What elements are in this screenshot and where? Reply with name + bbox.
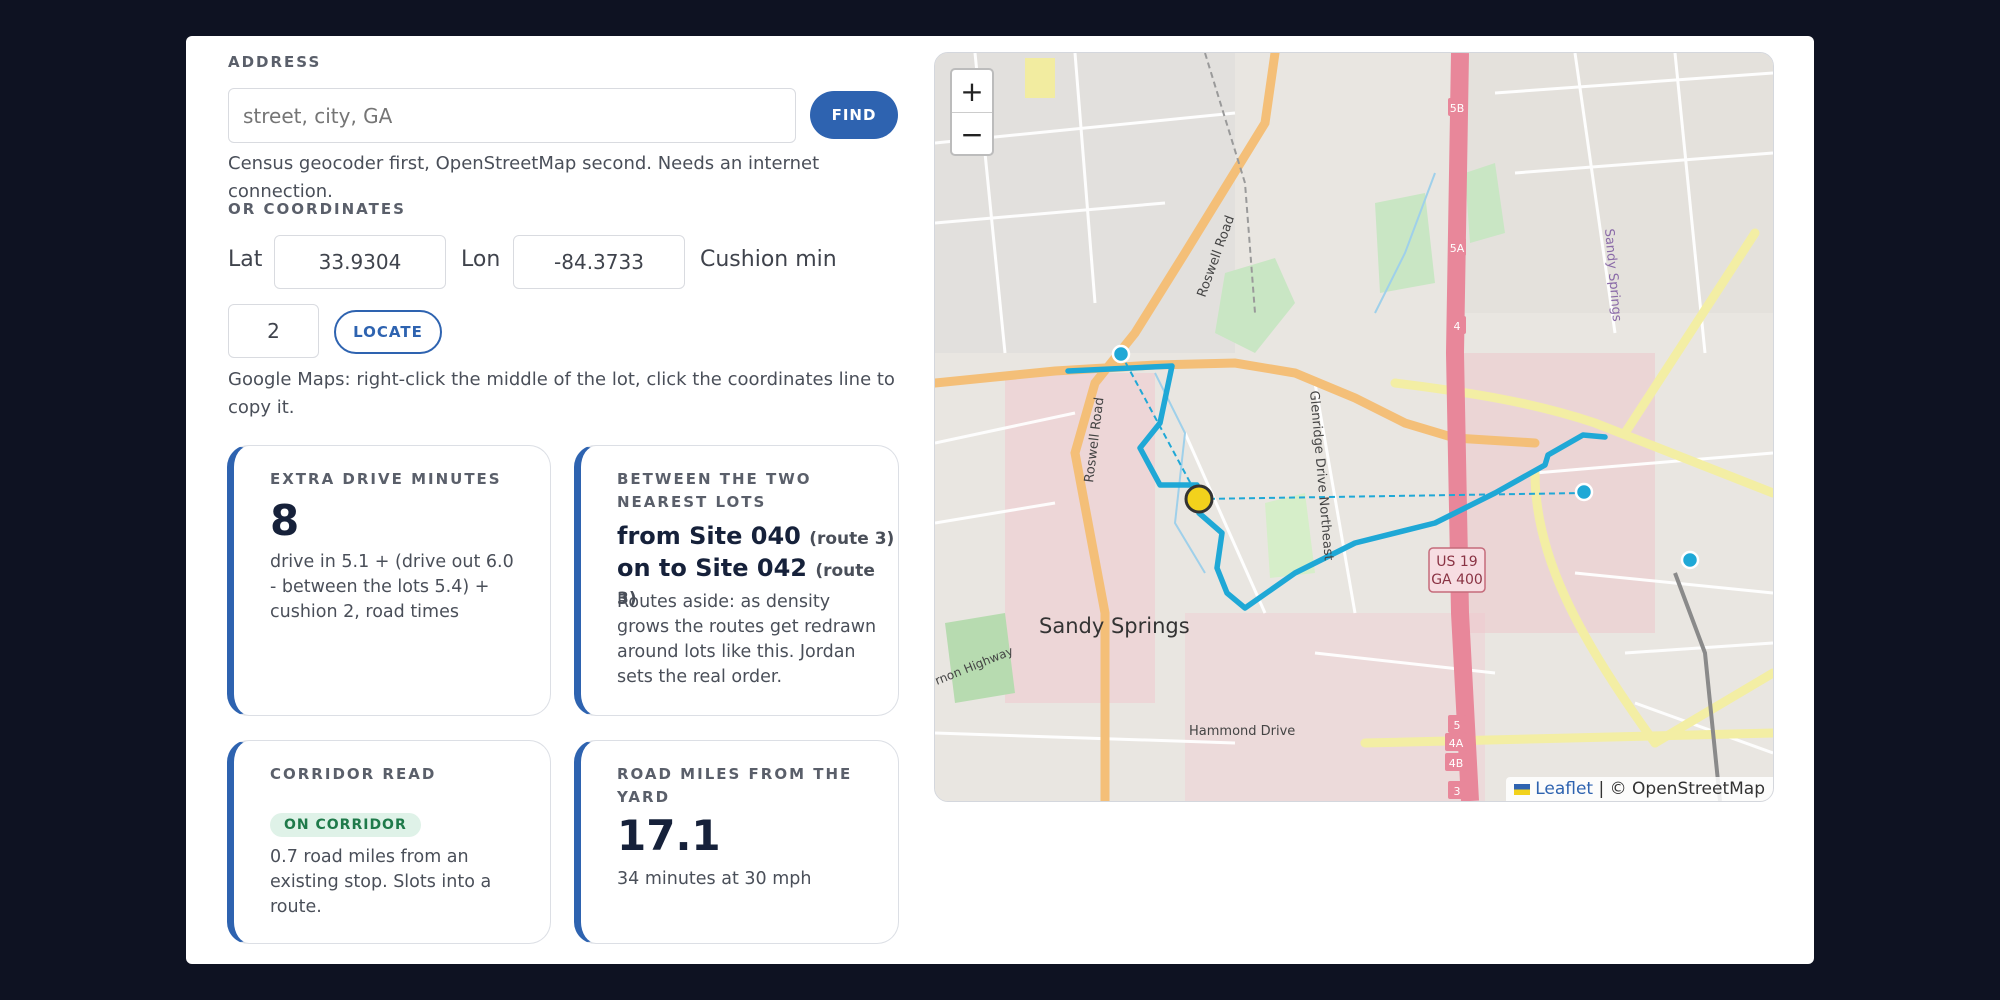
hammond-drive-label: Hammond Drive <box>1189 724 1295 739</box>
exit-4b-label: 4B <box>1449 757 1464 770</box>
exit-5b-label: 5B <box>1450 102 1465 115</box>
site-marker <box>1184 484 1214 514</box>
stop-marker <box>1680 550 1700 570</box>
zoom-out-button[interactable]: − <box>952 113 992 155</box>
from-site-line: from Site 040 (route 3) <box>617 522 894 550</box>
lon-label: Lon <box>461 247 501 272</box>
cushion-label: Cushion min <box>700 247 837 272</box>
map-panel[interactable]: Sandy Springs Roswell Road Roswell Road … <box>934 52 1774 802</box>
map-canvas[interactable]: Sandy Springs Roswell Road Roswell Road … <box>935 53 1773 801</box>
extra-drive-detail: drive in 5.1 + (drive out 6.0 - between … <box>270 552 514 622</box>
exit-5a-label: 5A <box>1450 242 1465 255</box>
extra-drive-value: 8 <box>270 496 300 545</box>
road-miles-value: 17.1 <box>617 811 721 860</box>
stop-marker <box>1111 344 1131 364</box>
between-lots-label: BETWEEN THE TWO NEAREST LOTS <box>617 470 812 511</box>
corridor-card: CORRIDOR READ ON CORRIDOR 0.7 road miles… <box>227 740 551 944</box>
from-route: (route 3) <box>809 529 895 549</box>
address-input[interactable] <box>228 88 796 143</box>
locate-button[interactable]: LOCATE <box>334 310 442 354</box>
shield-line-2: GA 400 <box>1431 572 1483 588</box>
commercial-area-south <box>1185 613 1485 801</box>
between-lots-detail: Routes aside: as density grows the route… <box>617 592 877 687</box>
park-area <box>1025 58 1055 98</box>
city-label: Sandy Springs <box>1039 614 1190 638</box>
zoom-control: + − <box>950 68 994 156</box>
address-help-text: Census geocoder first, OpenStreetMap sec… <box>228 153 820 202</box>
find-button[interactable]: FIND <box>810 91 898 139</box>
zoom-in-button[interactable]: + <box>952 70 992 112</box>
between-lots-card: BETWEEN THE TWO NEAREST LOTS from Site 0… <box>574 445 899 716</box>
to-site: on to Site 042 <box>617 554 807 582</box>
lon-input[interactable]: -84.3733 <box>513 235 685 289</box>
road-miles-label: ROAD MILES FROM THE YARD <box>617 765 853 806</box>
corridor-label: CORRIDOR READ <box>270 765 437 783</box>
ukraine-flag-icon <box>1513 784 1530 795</box>
lat-label: Lat <box>228 247 263 272</box>
lat-input[interactable]: 33.9304 <box>274 235 446 289</box>
stop-marker <box>1574 482 1594 502</box>
from-site: from Site 040 <box>617 522 801 550</box>
cushion-input[interactable]: 2 <box>228 304 319 358</box>
extra-drive-card: EXTRA DRIVE MINUTES 8 drive in 5.1 + (dr… <box>227 445 551 716</box>
leaflet-link[interactable]: Leaflet <box>1535 779 1593 799</box>
extra-drive-label: EXTRA DRIVE MINUTES <box>270 470 502 488</box>
coordinates-help-text: Google Maps: right-click the middle of t… <box>228 369 895 418</box>
shield-line-1: US 19 <box>1436 554 1477 570</box>
on-corridor-badge: ON CORRIDOR <box>270 813 421 837</box>
address-section-label: ADDRESS <box>228 53 322 71</box>
exit-4a-label: 4A <box>1449 737 1464 750</box>
coordinates-section-label: OR COORDINATES <box>228 200 406 218</box>
corridor-detail: 0.7 road miles from an existing stop. Sl… <box>270 847 492 917</box>
park-area <box>1375 193 1435 293</box>
attribution-text: | © OpenStreetMap <box>1598 779 1765 799</box>
road-miles-card: ROAD MILES FROM THE YARD 17.1 34 minutes… <box>574 740 899 944</box>
exit-3-label: 3 <box>1454 785 1461 798</box>
road-miles-detail: 34 minutes at 30 mph <box>617 869 812 889</box>
exit-5-label: 5 <box>1454 719 1461 732</box>
map-attribution: Leaflet | © OpenStreetMap <box>1505 777 1773 801</box>
exit-4-label: 4 <box>1454 320 1461 333</box>
